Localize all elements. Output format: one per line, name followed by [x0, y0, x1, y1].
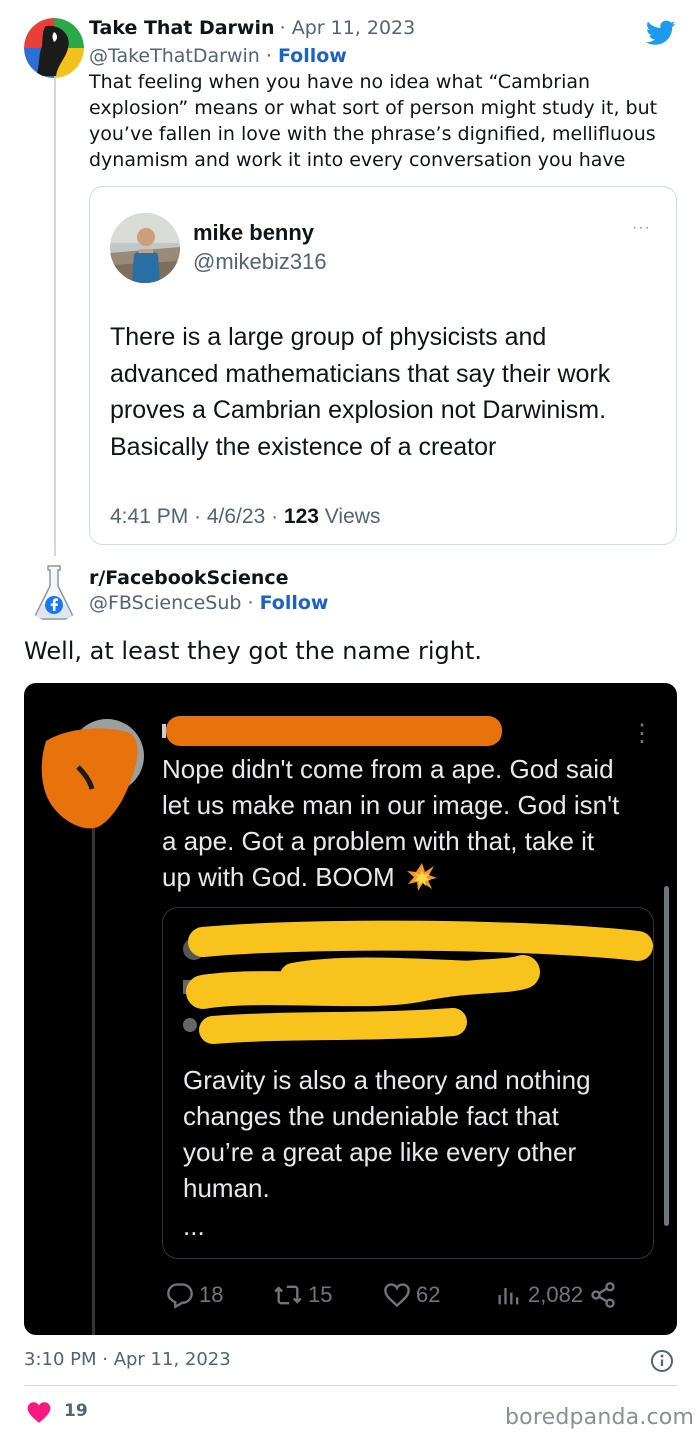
inner-quoted-tweet[interactable]: Gravity is also a theory and nothing cha… — [162, 907, 654, 1259]
share-icon[interactable] — [589, 1281, 617, 1309]
author-name[interactable]: r/FacebookScience — [89, 567, 289, 589]
dark-thread-line — [92, 818, 95, 1335]
reply-count: 18 — [199, 1282, 224, 1307]
quoted-author-handle: @mikebiz316 — [193, 249, 327, 274]
tweet-text-line: That feeling when you have no idea what … — [89, 71, 591, 93]
tweet-text-line: dynamism and work it into every conversa… — [89, 149, 626, 171]
reply-line: up with God. BOOM — [162, 862, 395, 892]
tweet-header: Take That Darwin · Apr 11, 2023 — [89, 17, 415, 39]
reply-line: a ape. Got a problem with that, take it — [162, 826, 595, 856]
quoted-tweet-image[interactable]: mike benny @mikebiz316 ··· There is a la… — [89, 186, 677, 545]
ellipsis: ... — [183, 1211, 205, 1241]
tweet-subheader: @TakeThatDarwin · Follow — [89, 45, 347, 67]
darwin-avatar-icon — [24, 18, 84, 78]
profile-photo-icon — [110, 213, 180, 283]
views-count: 123 — [283, 505, 319, 528]
more-options-icon: ··· — [632, 219, 651, 236]
inner-quoted-line: human. — [183, 1173, 270, 1203]
retweet-metric[interactable]: 15 — [272, 1281, 332, 1309]
views-chart-icon — [498, 1288, 519, 1305]
views-count: 2,082 — [528, 1282, 584, 1307]
tweet-header: r/FacebookScience — [89, 567, 289, 589]
quoted-body-line: Basically the existence of a creator — [110, 432, 497, 461]
avatar — [110, 213, 180, 283]
quoted-body-line: proves a Cambrian explosion not Darwinis… — [110, 396, 607, 424]
avatar[interactable] — [24, 18, 84, 78]
quoted-body: There is a large group of physicists and… — [110, 319, 670, 465]
avatar[interactable] — [24, 562, 84, 622]
like-button[interactable] — [26, 1400, 52, 1428]
separator: · — [241, 592, 260, 614]
tweet-timestamp[interactable]: 3:10 PM · Apr 11, 2023 — [24, 1349, 231, 1370]
quoted-meta: 4:41 PM · 4/6/23 · 123 Views — [110, 505, 380, 529]
like-count: 19 — [64, 1401, 88, 1421]
quoted-body-line: advanced mathematicians that say their w… — [110, 359, 611, 388]
tweet-date[interactable]: · Apr 11, 2023 — [280, 17, 416, 39]
quoted-body-line: There is a large group of physicists and — [110, 323, 547, 351]
scrollbar[interactable] — [664, 886, 669, 1226]
quoted-author-name: mike benny — [193, 220, 315, 245]
author-name[interactable]: Take That Darwin — [89, 17, 275, 39]
name-redaction — [166, 716, 502, 746]
twitter-logo-icon[interactable] — [645, 20, 676, 50]
like-count: 62 — [416, 1282, 441, 1307]
reply-text: Nope didn't come from a ape. God said le… — [162, 751, 662, 895]
flask-avatar-icon — [24, 562, 84, 622]
tweet-text: That feeling when you have no idea what … — [89, 69, 679, 173]
inner-quoted-line: you’re a great ape like every other — [183, 1137, 577, 1167]
tweet-text-line: you’ve fallen in love with the phrase’s … — [89, 123, 656, 145]
author-handle[interactable]: @FBScienceSub — [89, 592, 241, 614]
info-icon[interactable] — [650, 1349, 674, 1377]
author-handle[interactable]: @TakeThatDarwin — [89, 45, 260, 67]
yellow-redaction-scribble-icon — [186, 920, 653, 1044]
views-label: Views — [318, 505, 381, 528]
follow-button[interactable]: Follow — [260, 592, 329, 614]
quoted-timestamp: 4:41 PM · 4/6/23 · — [110, 505, 284, 528]
more-options-icon[interactable]: ⋮ — [630, 719, 654, 748]
retweet-count: 15 — [308, 1282, 333, 1307]
inner-quoted-line: changes the undeniable fact that — [183, 1101, 559, 1131]
collision-emoji-icon — [406, 863, 437, 891]
reply-line-last: up with God. BOOM — [162, 859, 662, 895]
tweet-subheader: @FBScienceSub · Follow — [89, 592, 328, 614]
redaction-scribble-icon — [41, 728, 138, 829]
reply-line: Nope didn't come from a ape. God said — [162, 754, 614, 784]
divider — [24, 1385, 677, 1386]
watermark: boredpanda.com — [505, 1405, 695, 1430]
attached-image[interactable]: ⋮ Nope didn't come from a ape. God said … — [24, 683, 677, 1335]
inner-quoted-line: Gravity is also a theory and nothing — [183, 1065, 591, 1095]
tweet-text-line: explosion” means or what sort of person … — [89, 97, 658, 119]
tweet-text: Well, at least they got the name right. — [24, 637, 483, 665]
follow-button[interactable]: Follow — [278, 45, 347, 67]
like-metric[interactable]: 62 — [382, 1281, 440, 1309]
reply-metric[interactable]: 18 — [165, 1281, 223, 1309]
retweet-icon — [274, 1285, 302, 1305]
heart-outline-icon — [384, 1283, 410, 1308]
inner-quoted-text: Gravity is also a theory and nothing cha… — [183, 1062, 643, 1206]
views-metric[interactable]: 2,082 — [494, 1281, 617, 1309]
heart-filled-icon — [27, 1402, 51, 1423]
thread-line — [54, 78, 56, 556]
separator: · — [259, 45, 278, 67]
reply-line: let us make man in our image. God isn't — [162, 790, 620, 820]
reply-icon — [167, 1283, 193, 1309]
